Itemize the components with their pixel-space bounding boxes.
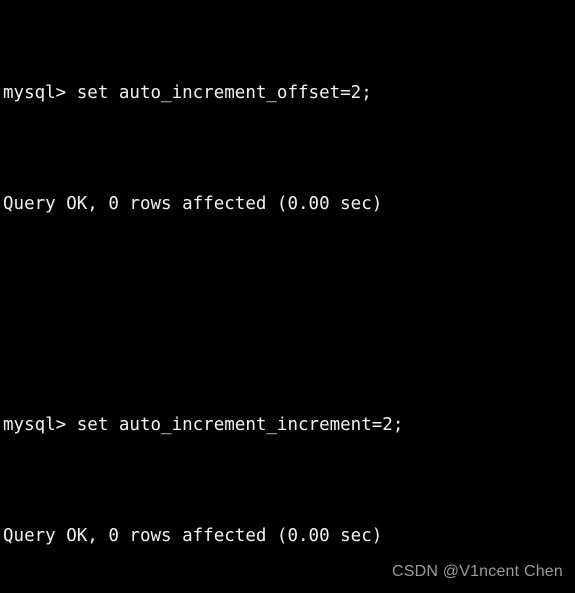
terminal-line: mysql> set auto_increment_offset=2; xyxy=(3,82,372,103)
terminal-line: Query OK, 0 rows affected (0.00 sec) xyxy=(3,193,383,214)
terminal-line: mysql> set auto_increment_increment=2; xyxy=(3,414,404,435)
terminal-output: mysql> set auto_increment_offset=2; Quer… xyxy=(3,1,575,593)
terminal-window[interactable]: mysql> set auto_increment_offset=2; Quer… xyxy=(0,0,575,593)
watermark: CSDN @V1ncent Chen xyxy=(391,563,563,580)
terminal-line: Query OK, 0 rows affected (0.00 sec) xyxy=(3,525,383,546)
